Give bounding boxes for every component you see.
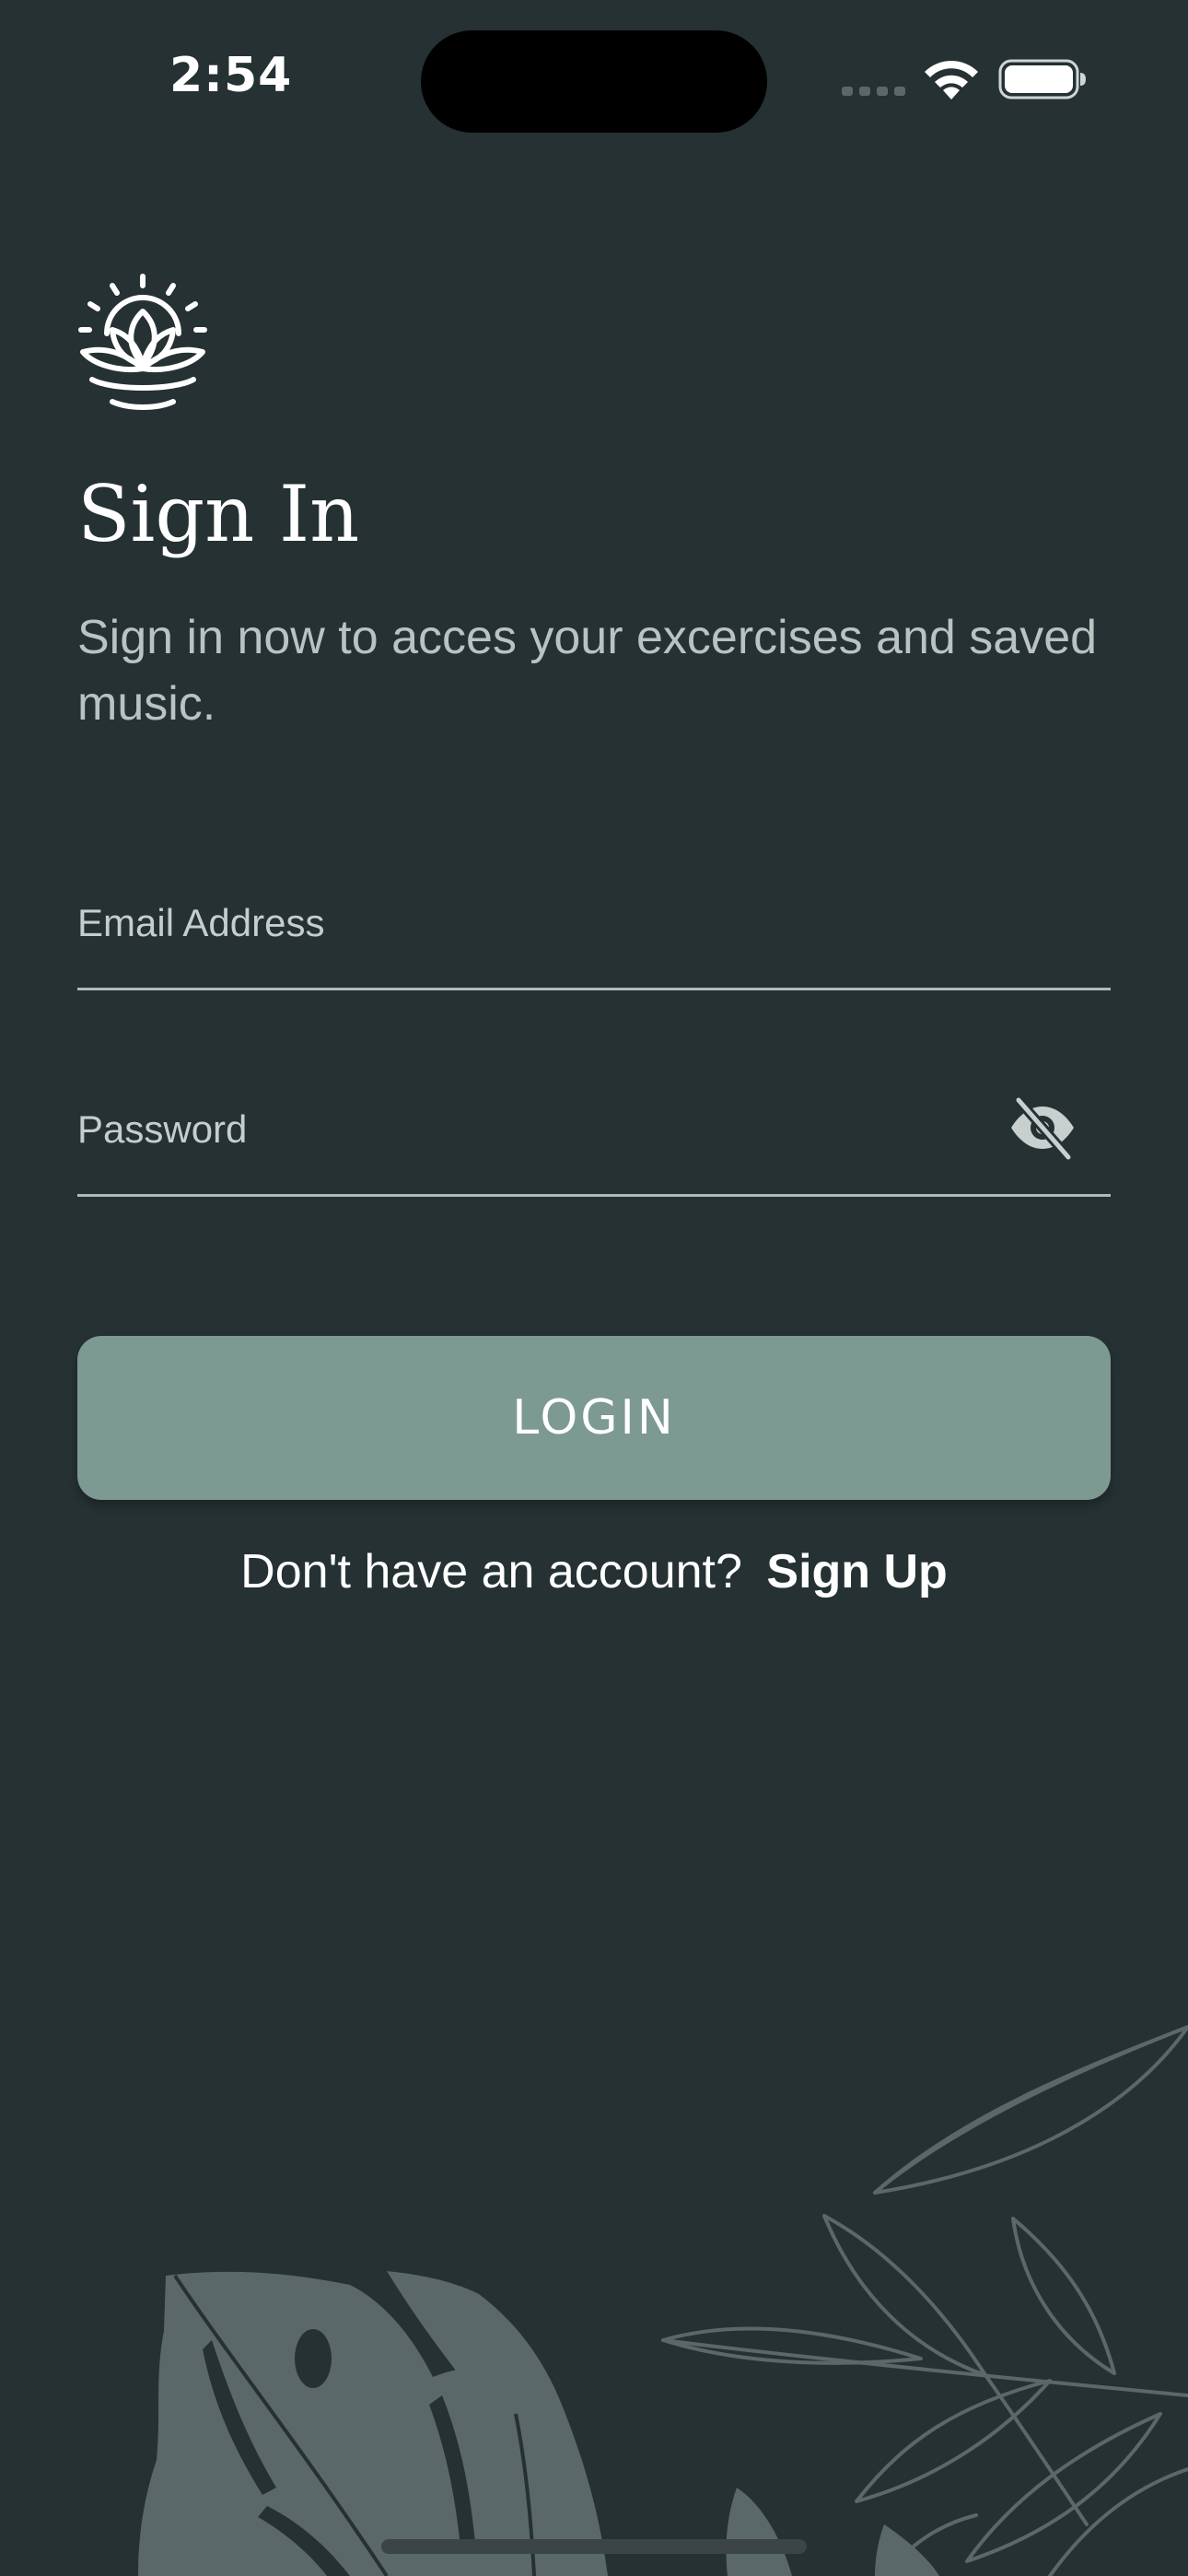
email-input[interactable] [77,886,980,960]
cellular-signal-icon [842,87,905,96]
battery-icon [998,59,1086,100]
wifi-icon [925,60,978,100]
status-time: 2:54 [169,48,293,103]
page-subtitle: Sign in now to acces your excercises and… [77,611,1098,731]
password-field [77,1093,1111,1197]
sign-in-screen: 2:54 Sign In Sign in now to acces your e… [0,0,1188,2576]
signup-link[interactable]: Sign Up [766,1545,947,1598]
decorative-leaves-illustration [138,2025,1188,2576]
password-input[interactable] [77,1093,980,1166]
signup-prompt-text: Don't have an account? [240,1545,742,1598]
login-button[interactable]: LOGIN [77,1336,1111,1500]
lotus-sun-icon [78,274,207,410]
signup-prompt-row: Don't have an account? Sign Up [0,1544,1188,1599]
email-field [77,886,1111,990]
dynamic-island [421,30,767,133]
home-indicator[interactable] [381,2539,807,2554]
eye-slash-icon[interactable] [1007,1093,1077,1163]
page-title: Sign In [77,469,360,559]
